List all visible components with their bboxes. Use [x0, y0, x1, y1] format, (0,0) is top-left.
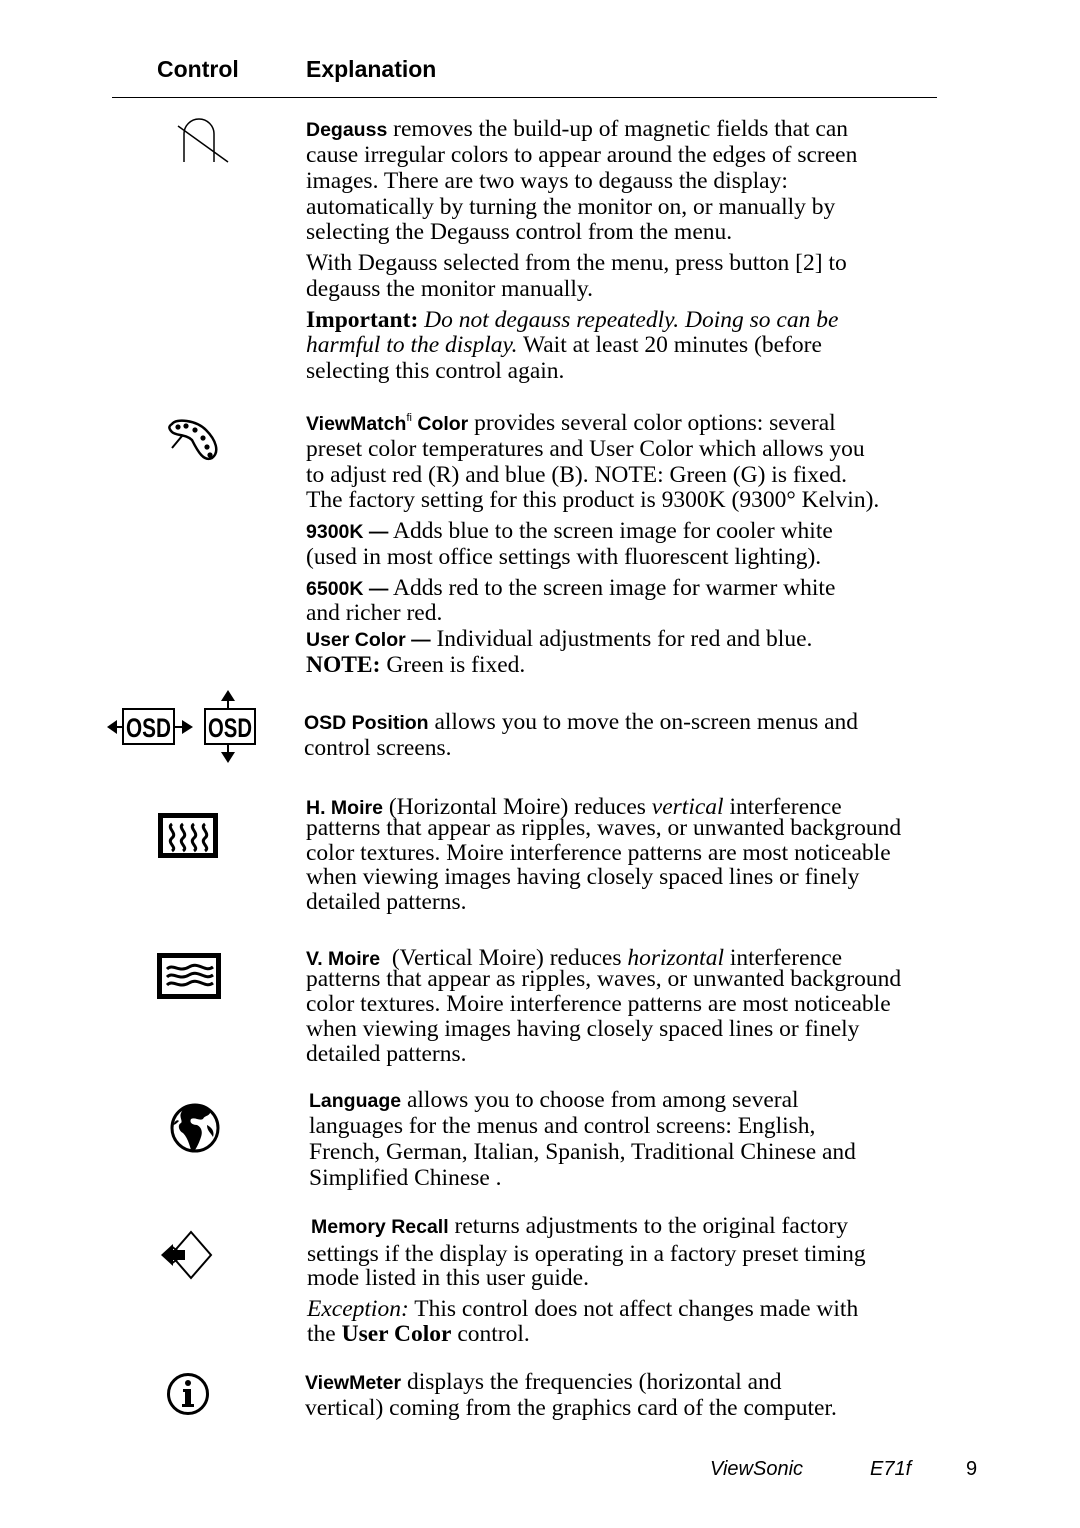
term-osd-position: OSD Position — [304, 712, 429, 734]
note-label: NOTE: — [306, 652, 381, 678]
info-icon — [167, 1373, 209, 1415]
memory-recall-icon — [161, 1230, 213, 1280]
exception-label: Exception: — [307, 1296, 409, 1322]
term-user-color: User Color — — [306, 629, 431, 651]
svg-text:OSD: OSD — [208, 713, 252, 743]
v-moire-icon — [157, 953, 221, 999]
header-divider — [112, 97, 937, 98]
page-number: 9 — [966, 1458, 978, 1480]
osd-horizontal-position-icon: OSD — [107, 708, 193, 745]
column-header-explanation: Explanation — [306, 56, 437, 82]
term-9300k: 9300K — — [306, 521, 389, 543]
term-degauss: Degauss — [306, 119, 388, 141]
term-viewmeter: ViewMeter — [305, 1372, 402, 1394]
term-viewmatch: ViewMatch — [306, 413, 407, 435]
column-header-control: Control — [157, 56, 239, 82]
osd-vertical-position-icon: OSD — [204, 690, 256, 763]
important-label: Important: — [306, 307, 419, 333]
osd-label: OSD — [126, 713, 171, 743]
degauss-icon — [177, 118, 229, 163]
h-moire-icon — [158, 813, 218, 858]
footer-brand: ViewSonic — [710, 1458, 804, 1480]
term-language: Language — [309, 1090, 402, 1112]
globe-icon — [170, 1103, 220, 1153]
palette-icon — [168, 419, 218, 461]
term-memory-recall: Memory Recall — [311, 1216, 449, 1238]
footer-model: E71f — [870, 1458, 912, 1480]
term-6500k: 6500K — — [306, 578, 389, 600]
